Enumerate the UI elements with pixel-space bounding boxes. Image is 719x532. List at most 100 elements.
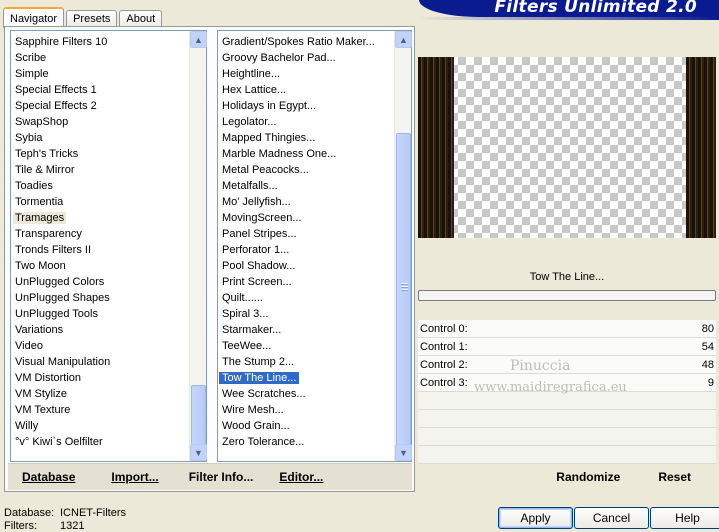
tab-presets[interactable]: Presets [66,10,118,27]
category-item[interactable]: Teph's Tricks [11,146,206,162]
scroll-down-icon[interactable]: ▼ [190,444,207,461]
scroll-down-icon[interactable]: ▼ [395,444,412,461]
filter-item[interactable]: Zero Tolerance... [218,434,411,450]
category-item[interactable]: VM Texture [11,402,206,418]
reset-button[interactable]: Reset [649,470,700,484]
category-item[interactable]: Variations [11,322,206,338]
status-label: Filters: [4,520,37,532]
category-item[interactable]: SwapShop [11,114,206,130]
category-item[interactable]: Two Moon [11,258,206,274]
category-item[interactable]: °v° Kiwi`s Oelfilter [11,434,206,450]
tab-about[interactable]: About [119,10,163,27]
category-scrollbar[interactable]: ▲ ▼ [189,31,207,461]
category-item[interactable]: Tronds Filters II [11,242,206,258]
scroll-up-icon[interactable]: ▲ [190,31,207,48]
filter-item[interactable]: Tow The Line... [217,370,411,386]
filter-item[interactable]: Spiral 3... [218,306,411,322]
category-item[interactable]: UnPlugged Tools [11,306,206,322]
category-item[interactable]: Toadies [11,178,206,194]
filter-item[interactable]: Gradient/Spokes Ratio Maker... [218,34,411,50]
category-item-label: Tramages [13,212,67,224]
category-item[interactable]: Tormentia [11,194,206,210]
category-item[interactable]: Tramages [11,210,206,226]
filter-item[interactable]: Starmaker... [218,322,411,338]
category-item-label: Teph's Tricks [15,148,79,160]
randomize-button[interactable]: Randomize [547,470,629,484]
control-row-1[interactable]: Control 1: 54 [418,338,716,356]
category-item[interactable]: Willy [11,418,206,434]
category-item[interactable]: Tile & Mirror [11,162,206,178]
category-item[interactable]: VM Stylize [11,386,206,402]
category-item[interactable]: Visual Manipulation [11,354,206,370]
import-button[interactable]: Import... [102,470,167,484]
category-item[interactable]: Sapphire Filters 10 [11,34,206,50]
filter-item[interactable]: Holidays in Egypt... [218,98,411,114]
control-value: 80 [701,322,714,335]
control-label: Control 2: [420,358,468,371]
tab-navigator[interactable]: Navigator [3,7,65,28]
filter-scroll-thumb[interactable] [396,133,411,445]
filter-item-label: Wire Mesh... [222,404,284,416]
cancel-button[interactable]: Cancel [574,507,649,529]
category-item[interactable]: Sybia [11,130,206,146]
controls-table: Control 0: 80 Control 1: 54 Control 2: 48 C… [418,320,716,464]
filter-item[interactable]: TeeWee... [218,338,411,354]
control-row-2[interactable]: Control 2: 48 [418,356,716,374]
category-item-label: Willy [15,420,39,432]
filter-info-button[interactable]: Filter Info... [180,470,263,484]
filter-item[interactable]: Wire Mesh... [218,402,411,418]
filter-item[interactable]: Panel Stripes... [218,226,411,242]
control-row-0[interactable]: Control 0: 80 [418,320,716,338]
filter-item-label: Print Screen... [222,276,292,288]
preview-stripes-left [418,57,454,238]
filter-item[interactable]: Metalfalls... [218,178,411,194]
category-item[interactable]: VM Distortion [11,370,206,386]
filter-item[interactable]: Mapped Thingies... [218,130,411,146]
current-filter-name: Tow The Line... [418,266,716,288]
filter-item[interactable]: Metal Peacocks... [218,162,411,178]
scroll-up-icon[interactable]: ▲ [395,31,412,48]
filter-item-label: Starmaker... [222,324,282,336]
category-item[interactable]: Video [11,338,206,354]
filter-item[interactable]: Marble Madness One... [218,146,411,162]
category-item-label: Special Effects 2 [15,100,97,112]
category-scroll-thumb[interactable] [191,385,206,445]
filter-item[interactable]: Wee Scratches... [218,386,411,402]
category-item[interactable]: UnPlugged Shapes [11,290,206,306]
filter-item[interactable]: Heightline... [218,66,411,82]
category-list[interactable]: Sapphire Filters 10 Scribe Simple Special E… [10,30,207,462]
filter-item[interactable]: Perforator 1... [218,242,411,258]
filter-item[interactable]: Legolator... [218,114,411,130]
apply-button[interactable]: Apply [498,507,573,529]
filter-item[interactable]: MovingScreen... [218,210,411,226]
category-item[interactable]: Simple [11,66,206,82]
filter-scrollbar[interactable]: ▲ ▼ [394,31,412,461]
category-item[interactable]: Scribe [11,50,206,66]
filter-item[interactable]: Print Screen... [218,274,411,290]
category-item[interactable]: Transparency [11,226,206,242]
help-button[interactable]: Help [650,507,719,529]
navigator-button-bar: Database Import... Filter Info... Editor… [8,463,412,490]
filter-item-label: Marble Madness One... [222,148,337,160]
category-item[interactable]: Special Effects 2 [11,98,206,114]
filter-item[interactable]: Wood Grain... [218,418,411,434]
category-item[interactable]: UnPlugged Colors [11,274,206,290]
category-item-label: UnPlugged Shapes [15,292,110,304]
filter-item-label: Groovy Bachelor Pad... [222,52,336,64]
database-button[interactable]: Database [13,470,84,484]
filter-list[interactable]: Gradient/Spokes Ratio Maker... Groovy Bac… [217,30,412,462]
filter-item[interactable]: The Stump 2... [218,354,411,370]
category-item-label: Sapphire Filters 10 [15,36,108,48]
filter-item-label: Hex Lattice... [222,84,287,96]
filter-item[interactable]: Mo' Jellyfish... [218,194,411,210]
editor-button[interactable]: Editor... [270,470,332,484]
category-item-label: Variations [15,324,64,336]
filter-item[interactable]: Quilt...... [218,290,411,306]
filter-item[interactable]: Groovy Bachelor Pad... [218,50,411,66]
control-row-3[interactable]: Control 3: 9 [418,374,716,392]
category-item-label: Simple [15,68,49,80]
filter-item[interactable]: Hex Lattice... [218,82,411,98]
category-item[interactable]: Special Effects 1 [11,82,206,98]
filter-item-label: Pool Shadow... [222,260,296,272]
filter-item[interactable]: Pool Shadow... [218,258,411,274]
